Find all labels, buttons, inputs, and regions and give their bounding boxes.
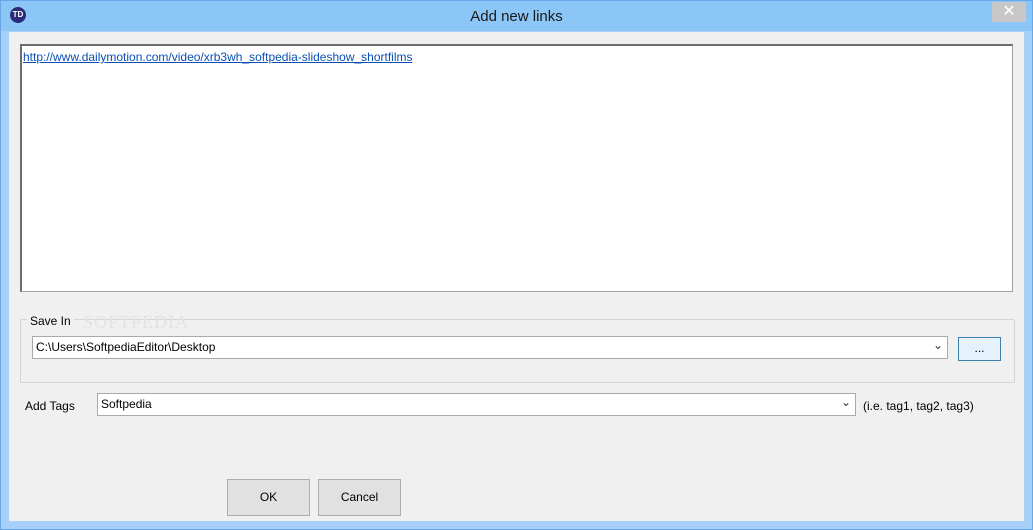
chevron-down-icon[interactable]: ⌄	[933, 338, 943, 352]
chevron-down-icon[interactable]: ⌄	[841, 395, 851, 409]
save-path-value: C:\Users\SoftpediaEditor\Desktop	[36, 340, 216, 354]
tags-hint: (i.e. tag1, tag2, tag3)	[863, 399, 974, 413]
dialog-body: http://www.dailymotion.com/video/xrb3wh_…	[9, 32, 1024, 521]
close-button[interactable]: ✕	[992, 2, 1026, 22]
cancel-button[interactable]: Cancel	[318, 479, 401, 516]
save-in-group: Save In SOFTPEDIA C:\Users\SoftpediaEdit…	[20, 312, 1015, 383]
links-textarea[interactable]: http://www.dailymotion.com/video/xrb3wh_…	[20, 44, 1013, 292]
browse-button[interactable]: ...	[958, 337, 1001, 361]
dialog-window: TD Add new links ✕ http://www.dailymotio…	[0, 0, 1033, 530]
window-title: Add new links	[470, 8, 563, 25]
softpedia-watermark: SOFTPEDIA	[83, 312, 190, 332]
title-bar[interactable]: TD Add new links ✕	[1, 1, 1032, 31]
tags-value: Softpedia	[101, 397, 152, 411]
save-path-combobox[interactable]: C:\Users\SoftpediaEditor\Desktop ⌄	[32, 336, 948, 359]
save-in-label: Save In	[27, 314, 74, 328]
ok-button[interactable]: OK	[227, 479, 310, 516]
tags-combobox[interactable]: Softpedia ⌄	[97, 393, 856, 416]
add-tags-label: Add Tags	[25, 399, 75, 413]
link-text[interactable]: http://www.dailymotion.com/video/xrb3wh_…	[23, 50, 413, 64]
